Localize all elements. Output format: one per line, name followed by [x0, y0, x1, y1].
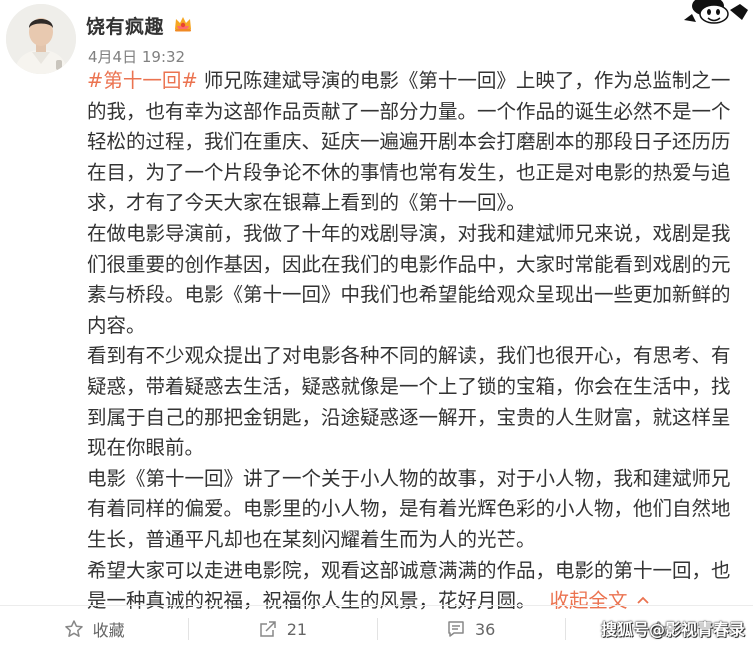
- avatar[interactable]: [6, 4, 76, 74]
- watermark: 搜狐号@影视青春录: [600, 620, 745, 639]
- avatar-photo: [6, 4, 76, 74]
- repost-count: 21: [286, 619, 308, 639]
- post-paragraph-2: 在做电影导演前，我做了十年的戏剧导演，对我和建斌师兄来说，戏剧是我们很重要的创作…: [87, 221, 731, 337]
- share-icon: [259, 621, 276, 637]
- decorative-cartoon-icon: [684, 0, 748, 24]
- post-paragraph-1: #第十一回# 师兄陈建斌导演的电影《第十一回》上映了，作为总监制之一的我，也有幸…: [87, 66, 747, 219]
- post-paragraph-3: 看到有不少观众提出了对电影各种不同的解读，我们也很开心，有思考、有疑惑，带着疑惑…: [87, 344, 731, 460]
- favorite-label: 收藏: [92, 621, 125, 640]
- chevron-up-icon: [636, 596, 649, 604]
- member-crown-icon[interactable]: [172, 13, 194, 35]
- favorite-button[interactable]: 收藏: [0, 606, 188, 652]
- post-content: #第十一回# 师兄陈建斌导演的电影《第十一回》上映了，作为总监制之一的我，也有幸…: [87, 66, 747, 617]
- comment-count: 36: [474, 619, 496, 639]
- comment-button[interactable]: 36: [376, 606, 565, 652]
- username[interactable]: 饶有疯趣: [86, 12, 164, 39]
- post-time[interactable]: 4月4日 19:32: [88, 46, 185, 67]
- comment-icon: [448, 621, 464, 637]
- star-icon: [64, 620, 83, 637]
- post-paragraph-4: 电影《第十一回》讲了一个关于小人物的故事，对于小人物，我和建斌师兄有着同样的偏爱…: [87, 466, 731, 551]
- topic-tag-link[interactable]: #第十一回#: [87, 69, 198, 92]
- repost-button[interactable]: 21: [188, 606, 376, 652]
